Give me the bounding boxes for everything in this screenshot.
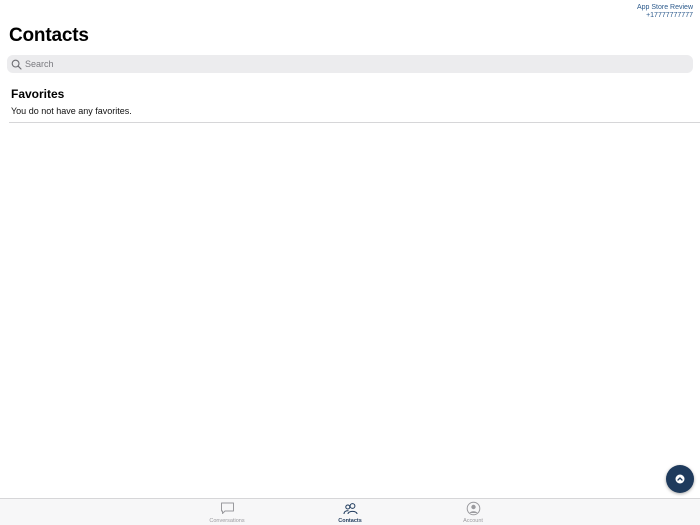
contacts-screen: App Store Review +17777777777 Contacts F… bbox=[0, 0, 700, 525]
account-name: App Store Review bbox=[636, 4, 693, 11]
people-icon bbox=[343, 501, 358, 516]
favorites-empty-message: You do not have any favorites. bbox=[11, 106, 132, 116]
chevron-up-icon bbox=[675, 474, 685, 484]
search-icon bbox=[11, 59, 22, 70]
tab-bar: Conversations Contacts Account bbox=[0, 498, 700, 525]
page-title: Contacts bbox=[9, 25, 89, 46]
tab-account[interactable]: Account bbox=[433, 501, 513, 525]
account-phone: +17777777777 bbox=[646, 11, 693, 19]
tab-label: Contacts bbox=[338, 518, 362, 524]
chat-bubble-icon bbox=[220, 501, 235, 516]
account-badge[interactable]: App Store Review +17777777777 bbox=[637, 4, 693, 19]
search-input[interactable] bbox=[25, 59, 665, 69]
user-circle-icon bbox=[466, 501, 481, 516]
favorites-title: Favorites bbox=[11, 87, 65, 101]
tab-label: Account bbox=[463, 518, 483, 524]
section-divider bbox=[9, 122, 700, 123]
search-bar[interactable] bbox=[7, 55, 693, 73]
scroll-up-button[interactable] bbox=[666, 465, 694, 493]
tab-label: Conversations bbox=[209, 518, 245, 524]
tab-contacts[interactable]: Contacts bbox=[310, 501, 390, 525]
tab-conversations[interactable]: Conversations bbox=[187, 501, 267, 525]
